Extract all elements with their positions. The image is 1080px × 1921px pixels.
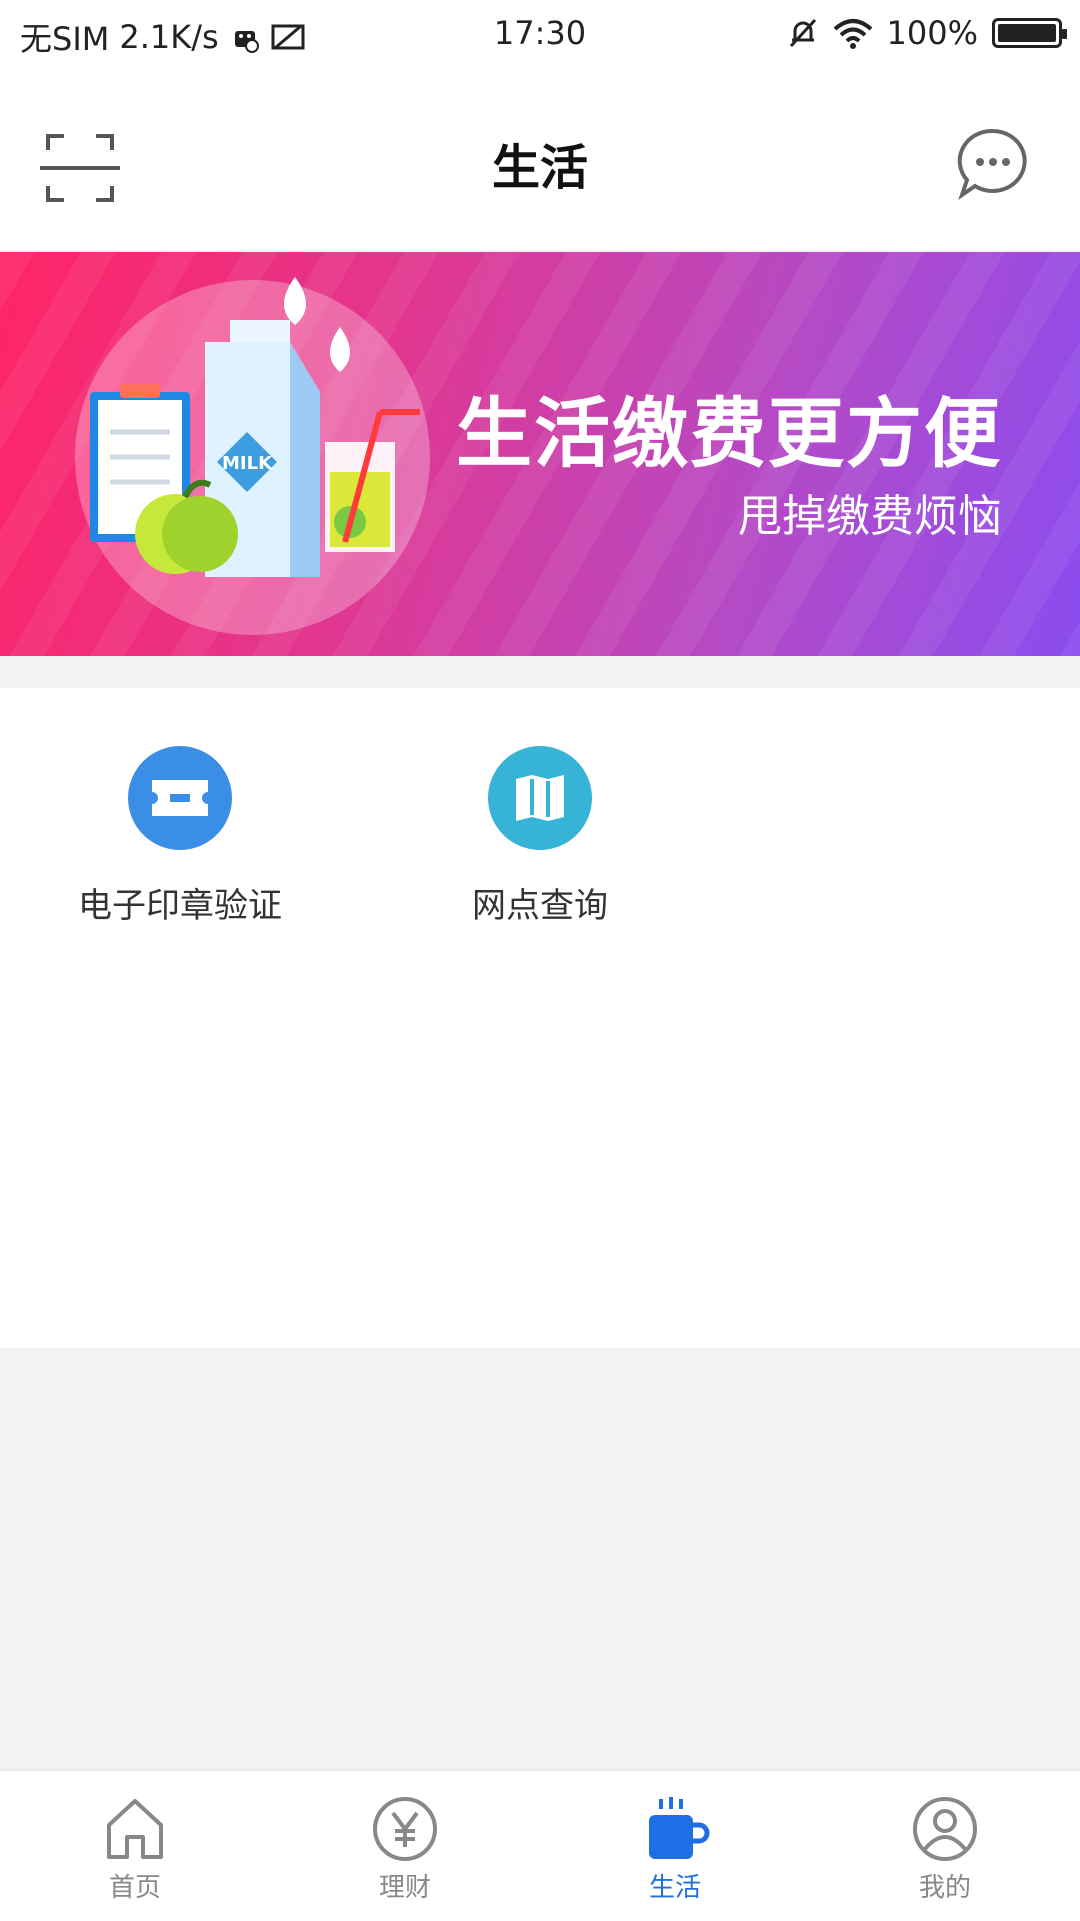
service-label: 网点查询 [472, 886, 608, 926]
service-label: 电子印章验证 [78, 886, 282, 926]
tab-life[interactable]: 生活 [595, 1793, 755, 1904]
tab-label: 生活 [648, 1873, 701, 1903]
map-icon [488, 746, 592, 850]
tab-label: 理财 [378, 1873, 431, 1903]
message-button[interactable] [954, 125, 1032, 203]
tab-home[interactable]: 首页 [55, 1793, 215, 1904]
promo-banner[interactable]: MILK 生活缴费更方便 甩掉缴费烦恼 [0, 252, 1080, 656]
home-icon [107, 1799, 163, 1859]
yen-icon [373, 1797, 437, 1861]
service-seal-verify[interactable]: 电子印章验证 [50, 746, 310, 927]
ticket-icon [128, 746, 232, 850]
battery-percent: 100% [886, 14, 978, 52]
user-icon [913, 1797, 977, 1861]
page-title: 生活 [491, 140, 588, 196]
services-grid: 电子印章验证 网点查询 [0, 688, 1080, 1348]
app-header: 生活 [0, 70, 1080, 250]
tab-label: 首页 [108, 1873, 161, 1903]
bottom-tab-bar: 首页 理财 生活 我的 [0, 1770, 1080, 1921]
tab-mine[interactable]: 我的 [865, 1793, 1025, 1904]
status-right: 100% [787, 14, 1067, 52]
milk-illustration: MILK [90, 277, 420, 577]
cup-icon [649, 1797, 710, 1859]
status-bar: 无SIM 2.1K/s 17:30 100% [0, 0, 1080, 70]
service-branch-search[interactable]: 网点查询 [410, 746, 670, 927]
tab-label: 我的 [918, 1873, 971, 1903]
banner-headline: 生活缴费更方便 [456, 389, 1002, 478]
tab-finance[interactable]: 理财 [325, 1793, 485, 1904]
milk-badge-text: MILK [222, 453, 273, 474]
banner-subline: 甩掉缴费烦恼 [738, 491, 1002, 542]
mute-bell-icon [789, 18, 816, 48]
wifi-icon [833, 19, 872, 49]
chat-bubble-icon [957, 128, 1027, 201]
battery-icon [992, 18, 1067, 48]
